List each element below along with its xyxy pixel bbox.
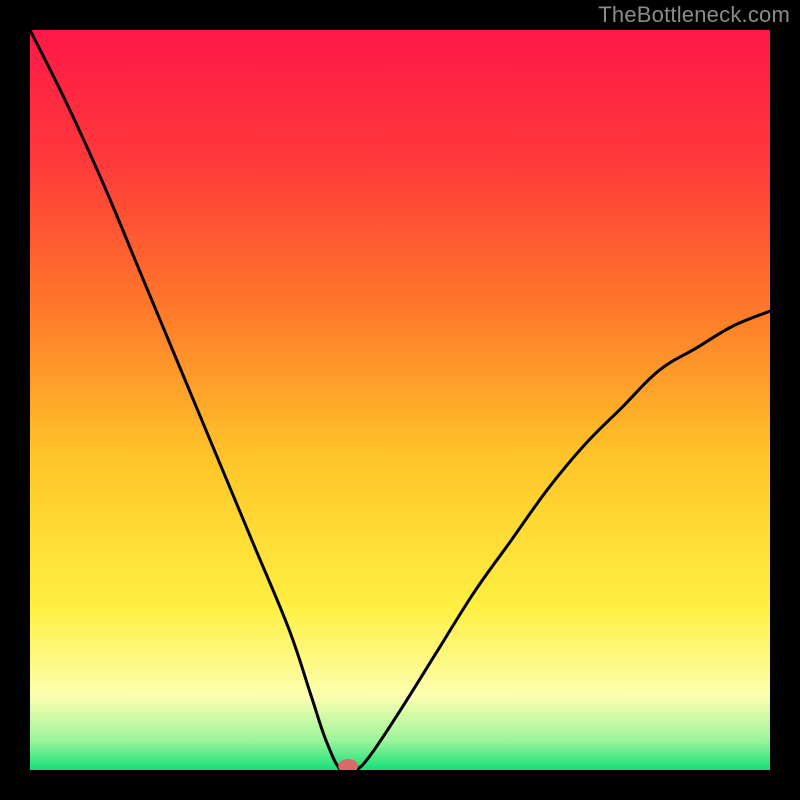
chart-svg <box>30 30 770 770</box>
watermark-text: TheBottleneck.com <box>598 2 790 28</box>
plot-area <box>30 30 770 770</box>
gradient-background <box>30 30 770 770</box>
chart-frame: TheBottleneck.com <box>0 0 800 800</box>
